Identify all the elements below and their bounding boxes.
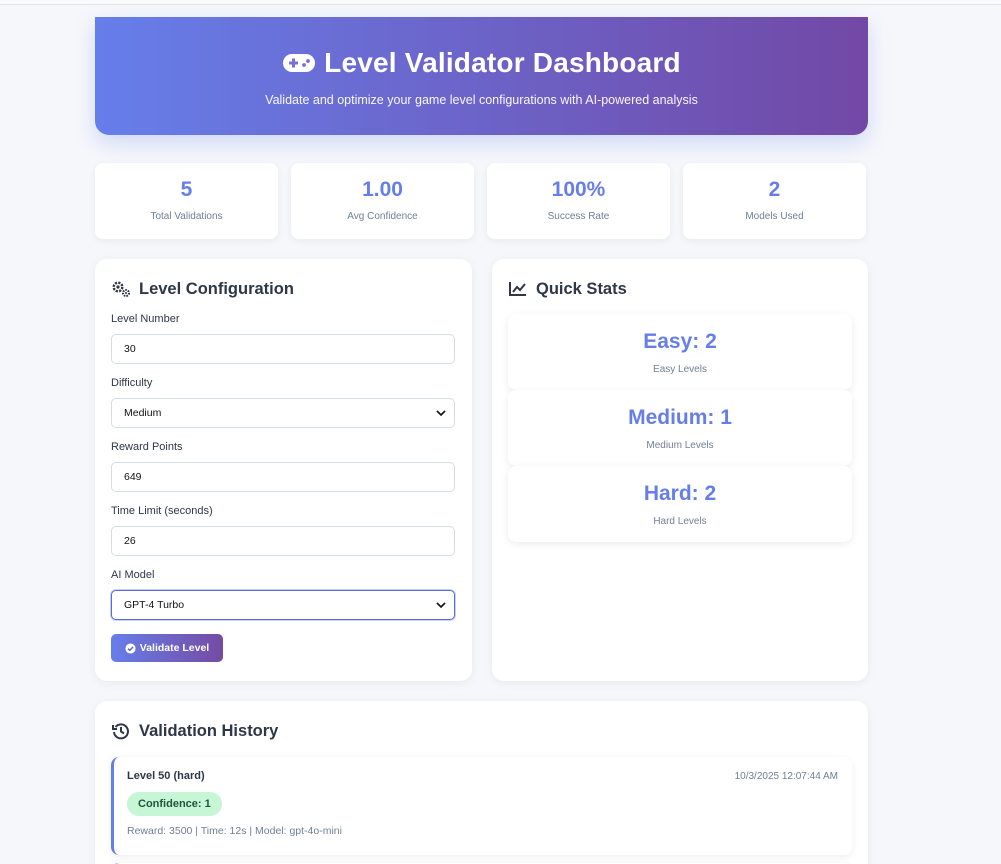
difficulty-select[interactable]: Medium (111, 398, 455, 428)
difficulty-label: Difficulty (111, 377, 153, 389)
reward-points-input[interactable]: 649 (111, 462, 455, 492)
stats-row: 5 Total Validations 1.00 Avg Confidence … (95, 163, 868, 239)
quick-stats-title: Quick Stats (508, 279, 852, 299)
confidence-badge: Confidence: 1 (127, 792, 222, 816)
reward-points-label: Reward Points (111, 441, 183, 453)
validation-history-title-text: Validation History (139, 721, 279, 740)
level-configuration-title: Level Configuration (111, 279, 456, 299)
quick-stat-label: Medium Levels (646, 440, 714, 451)
stat-value: 2 (768, 178, 781, 201)
validate-level-label: Validate Level (139, 642, 210, 654)
time-limit-input[interactable]: 26 (111, 526, 455, 556)
time-limit-label: Time Limit (seconds) (111, 505, 213, 517)
validate-level-button[interactable]: Validate Level (111, 634, 223, 662)
quick-stat-hard: Hard: 2 Hard Levels (508, 466, 852, 542)
level-number-input[interactable]: 30 (111, 334, 455, 364)
chart-line-icon (509, 282, 526, 296)
time-limit-value: 26 (124, 535, 136, 547)
quick-stat-value: Easy: 2 (643, 330, 717, 353)
validation-history-title: Validation History (111, 721, 852, 741)
page-title-text: Level Validator Dashboard (324, 47, 681, 78)
ai-model-select[interactable]: GPT-4 Turbo (111, 590, 455, 620)
ai-model-label: AI Model (111, 569, 155, 581)
main-row: Level Configuration Level Number 30 Diff… (95, 259, 868, 681)
stat-label: Success Rate (547, 211, 610, 222)
ai-model-value: GPT-4 Turbo (124, 599, 185, 611)
stat-value: 1.00 (362, 178, 403, 201)
quick-stat-easy: Easy: 2 Easy Levels (508, 314, 852, 390)
check-circle-icon (125, 642, 136, 654)
stat-card-total-validations: 5 Total Validations (95, 163, 278, 239)
cogs-icon (112, 281, 130, 297)
history-item-title: Level 50 (hard) (127, 770, 205, 782)
page-title: Level Validator Dashboard (95, 47, 868, 79)
stat-card-avg-confidence: 1.00 Avg Confidence (291, 163, 474, 239)
page-subtitle: Validate and optimize your game level co… (265, 93, 698, 107)
stat-label: Models Used (745, 211, 804, 222)
quick-stats-card: Quick Stats Easy: 2 Easy Levels Medium: … (492, 259, 868, 681)
header-banner: Level Validator Dashboard Validate and o… (95, 17, 868, 135)
history-item: Level 50 (hard) 10/3/2025 12:07:44 AM Co… (111, 757, 852, 855)
history-item-timestamp: 10/3/2025 12:07:44 AM (734, 771, 838, 782)
chevron-down-icon (436, 602, 446, 609)
quick-stat-medium: Medium: 1 Medium Levels (508, 390, 852, 466)
quick-stats-title-text: Quick Stats (536, 279, 627, 298)
quick-stats-list: Easy: 2 Easy Levels Medium: 1 Medium Lev… (508, 314, 852, 542)
level-configuration-card: Level Configuration Level Number 30 Diff… (95, 259, 472, 681)
quick-stat-label: Easy Levels (653, 364, 707, 375)
stat-card-success-rate: 100% Success Rate (487, 163, 670, 239)
stat-label: Avg Confidence (347, 211, 418, 222)
dashboard-container: Level Validator Dashboard Validate and o… (95, 17, 868, 864)
quick-stat-value: Hard: 2 (643, 482, 717, 505)
difficulty-value: Medium (124, 407, 162, 419)
stat-card-models-used: 2 Models Used (683, 163, 866, 239)
validation-history-card: Validation History Level 50 (hard) 10/3/… (95, 701, 868, 864)
quick-stat-value: Medium: 1 (628, 406, 732, 429)
chevron-down-icon (436, 410, 446, 417)
stat-label: Total Validations (150, 211, 223, 222)
gamepad-icon (283, 54, 316, 72)
browser-top-edge (0, 0, 1001, 5)
stat-value: 100% (551, 178, 606, 201)
history-item-meta: Reward: 3500 | Time: 12s | Model: gpt-4o… (127, 825, 342, 837)
quick-stat-label: Hard Levels (653, 516, 707, 527)
level-configuration-title-text: Level Configuration (139, 279, 294, 298)
reward-points-value: 649 (124, 471, 142, 483)
history-icon (112, 723, 129, 740)
level-number-label: Level Number (111, 313, 180, 325)
level-number-value: 30 (124, 343, 136, 355)
stat-value: 5 (180, 178, 193, 201)
